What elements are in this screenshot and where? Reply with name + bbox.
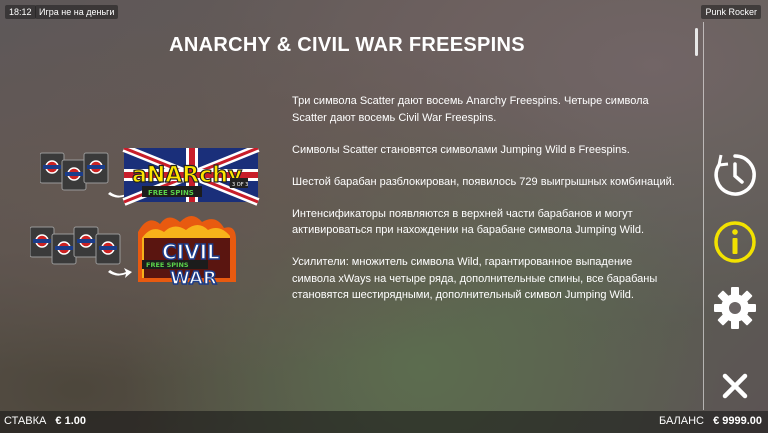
bet-value: € 1.00 — [55, 415, 87, 427]
settings-button[interactable] — [711, 284, 759, 332]
scatter-symbol-icon — [29, 226, 55, 258]
scrollbar-thumb[interactable] — [695, 28, 698, 56]
clock: 18:12 — [5, 5, 36, 19]
svg-text:WAR: WAR — [170, 268, 217, 289]
balance-value: € 9999.00 — [713, 415, 762, 427]
civil-war-logo: CIVIL FREE SPINS WAR — [138, 216, 236, 290]
rule-paragraph: Три символа Scatter дают восемь Anarchy … — [292, 95, 649, 124]
page-title: ANARCHY & CIVIL WAR FREESPINS — [169, 34, 525, 56]
close-button[interactable] — [711, 362, 759, 410]
rule-paragraph: Символы Scatter становятся символами Jum… — [292, 143, 630, 156]
balance-display: БАЛАНС € 9999.00 — [659, 415, 762, 427]
rule-paragraph: Шестой барабан разблокирован, появилось … — [292, 175, 675, 188]
anarchy-freespins-illustration: aNARchy FREE SPINS 3 OF 3 — [39, 144, 260, 208]
rule-paragraph: Интенсификаторы появляются в верхней час… — [292, 207, 645, 237]
close-icon — [722, 373, 748, 399]
svg-text:3 OF 3: 3 OF 3 — [232, 182, 248, 188]
sidebar-divider — [703, 22, 704, 410]
svg-text:aNARchy: aNARchy — [132, 163, 242, 188]
history-button[interactable] — [711, 151, 759, 199]
scatter-symbol-icon — [39, 152, 65, 184]
balance-label: БАЛАНС — [659, 415, 704, 427]
bet-label: СТАВКА — [4, 415, 47, 427]
info-icon — [714, 221, 756, 263]
gear-icon — [714, 287, 756, 329]
game-name-badge: Punk Rocker — [701, 5, 761, 19]
rules-text: Три символа Scatter дают восемь Anarchy … — [292, 93, 676, 319]
bottom-status-bar: СТАВКА € 1.00 БАЛАНС € 9999.00 — [0, 411, 768, 433]
bet-display: СТАВКА € 1.00 — [4, 415, 86, 427]
svg-text:FREE SPINS: FREE SPINS — [148, 189, 194, 197]
play-mode-badge: Игра не на деньги — [35, 5, 119, 19]
anarchy-logo: aNARchy FREE SPINS 3 OF 3 — [122, 144, 260, 206]
rule-paragraph: Усилители: множитель символа Wild, гаран… — [292, 256, 658, 301]
civil-war-freespins-illustration: CIVIL FREE SPINS WAR — [29, 212, 260, 292]
history-icon — [714, 154, 756, 196]
info-button[interactable] — [711, 218, 759, 266]
